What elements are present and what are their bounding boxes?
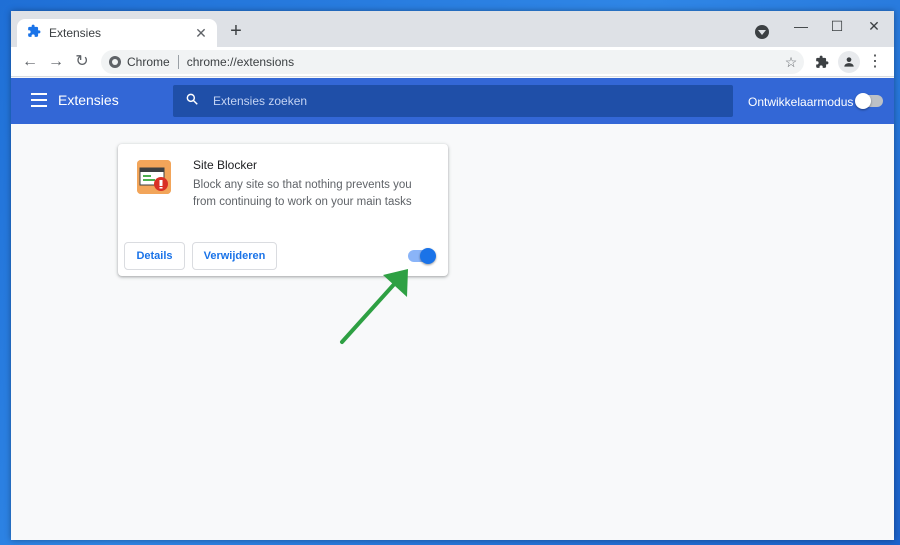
close-icon[interactable]: ✕ — [193, 25, 209, 42]
tab-title: Extensies — [49, 26, 102, 40]
extension-enable-toggle[interactable] — [408, 248, 436, 264]
extension-card: Site Blocker Block any site so that noth… — [118, 144, 448, 276]
forward-arrow-icon[interactable]: → — [45, 51, 67, 73]
close-window-button[interactable]: ✕ — [854, 15, 894, 37]
address-bar[interactable]: Chrome chrome://extensions ☆ — [101, 50, 804, 74]
maximize-button[interactable]: ☐ — [817, 15, 857, 37]
search-icon — [185, 92, 199, 111]
site-chip: Chrome — [127, 55, 170, 69]
url-text[interactable]: chrome://extensions — [187, 55, 780, 69]
extensions-icon[interactable] — [811, 51, 833, 73]
back-arrow-icon[interactable]: ← — [19, 51, 41, 73]
omnibox-separator — [177, 55, 179, 69]
developer-mode-toggle[interactable] — [855, 93, 883, 109]
remove-button[interactable]: Verwijderen — [192, 242, 277, 270]
extension-name: Site Blocker — [193, 158, 258, 172]
kebab-menu-icon[interactable]: ⋮ — [864, 51, 886, 73]
search-bar[interactable] — [173, 85, 733, 117]
minimize-button[interactable]: — — [781, 15, 821, 37]
site-info-icon[interactable] — [109, 56, 121, 68]
page-title: Extensies — [58, 92, 119, 108]
developer-mode-label: Ontwikkelaarmodus — [748, 95, 854, 109]
profile-icon[interactable] — [838, 51, 860, 73]
browser-toolbar: ← → ↻ Chrome chrome://extensions ☆ ⋮ — [11, 47, 894, 77]
star-icon[interactable]: ☆ — [780, 54, 802, 71]
reload-icon[interactable]: ↻ — [71, 51, 93, 73]
tab-search-dropdown-icon[interactable] — [755, 25, 769, 39]
search-input[interactable] — [213, 94, 693, 108]
site-blocker-icon — [137, 160, 171, 194]
tab-strip: Extensies ✕ + — ☐ ✕ — [11, 11, 894, 47]
browser-window: Extensies ✕ + — ☐ ✕ ← → ↻ Chrome chrome:… — [11, 11, 894, 540]
extension-description: Block any site so that nothing prevents … — [193, 179, 412, 208]
tab-extensions[interactable]: Extensies ✕ — [17, 19, 217, 47]
hamburger-icon[interactable] — [31, 93, 47, 107]
plus-icon[interactable]: + — [225, 20, 247, 42]
extensions-header: Extensies Ontwikkelaarmodus — [11, 78, 894, 124]
details-button[interactable]: Details — [124, 242, 185, 270]
puzzle-icon — [27, 24, 41, 43]
